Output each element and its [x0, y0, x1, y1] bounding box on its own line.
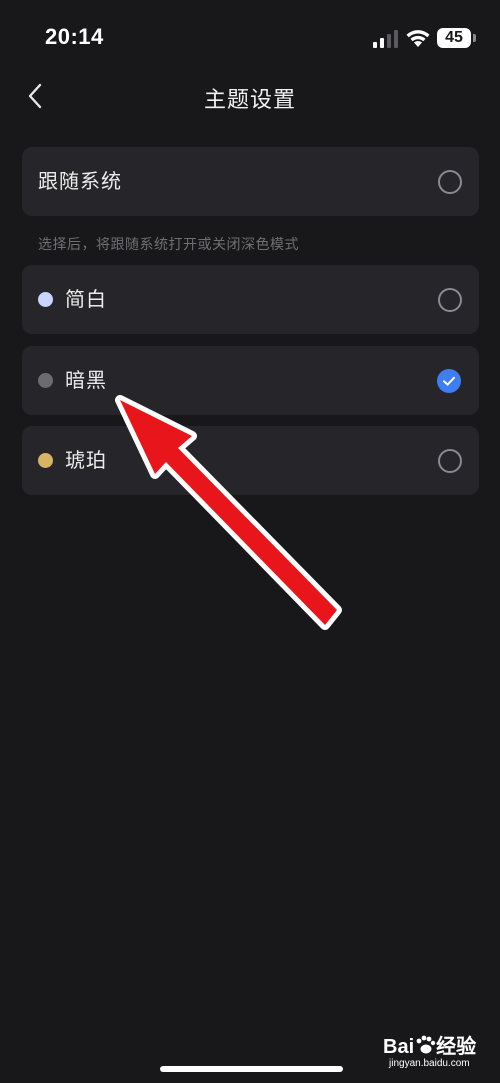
status-bar: 20:14 45	[0, 0, 500, 80]
home-indicator[interactable]	[160, 1066, 343, 1072]
theme-radio-amber[interactable]	[438, 449, 462, 473]
paw-icon	[416, 1035, 436, 1054]
theme-color-dot	[38, 373, 53, 388]
status-time: 20:14	[45, 24, 104, 49]
theme-radio-light[interactable]	[438, 288, 462, 312]
theme-label: 暗黑	[65, 368, 107, 392]
watermark-url: jingyan.baidu.com	[389, 1058, 470, 1069]
follow-system-option[interactable]: 跟随系统	[22, 147, 479, 216]
theme-color-dot	[38, 453, 53, 468]
theme-label: 琥珀	[65, 448, 107, 472]
theme-color-dot	[38, 292, 53, 307]
follow-system-label: 跟随系统	[38, 169, 122, 193]
theme-option-amber[interactable]: 琥珀	[22, 426, 479, 495]
theme-label: 简白	[65, 287, 107, 311]
check-icon	[443, 376, 455, 386]
wifi-icon	[406, 30, 430, 47]
battery-icon: 45	[437, 28, 477, 50]
follow-system-radio[interactable]	[438, 170, 462, 194]
page-title: 主题设置	[203, 88, 296, 113]
signal-icon	[373, 30, 398, 48]
follow-system-hint: 选择后，将跟随系统打开或关闭深色模式	[38, 237, 299, 253]
watermark-brand: Bai 经验	[383, 1035, 477, 1058]
theme-option-light[interactable]: 简白	[22, 265, 479, 334]
theme-radio-dark[interactable]	[437, 369, 461, 393]
battery-level: 45	[445, 29, 463, 46]
baidu-jingyan-watermark: Bai 经验 jingyan.baidu.com	[383, 1030, 493, 1076]
theme-option-dark[interactable]: 暗黑	[22, 346, 479, 415]
